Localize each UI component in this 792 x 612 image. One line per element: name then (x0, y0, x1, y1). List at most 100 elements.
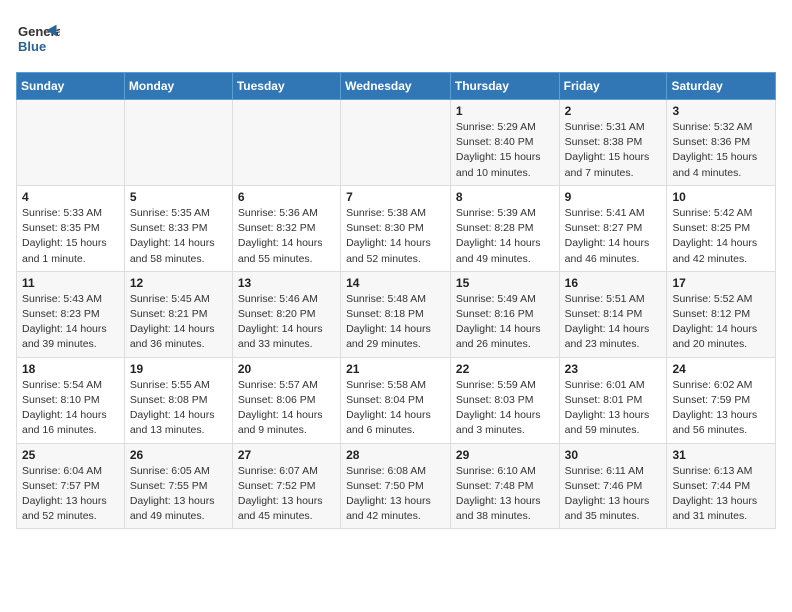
day-number: 1 (456, 104, 554, 118)
calendar-cell: 22 Sunrise: 5:59 AMSunset: 8:03 PMDayligh… (450, 357, 559, 443)
calendar-cell: 23 Sunrise: 6:01 AMSunset: 8:01 PMDayligh… (559, 357, 667, 443)
day-number: 14 (346, 276, 445, 290)
day-info: Sunrise: 5:51 AMSunset: 8:14 PMDaylight:… (565, 292, 662, 353)
calendar-cell: 6 Sunrise: 5:36 AMSunset: 8:32 PMDaylight… (232, 185, 340, 271)
day-info: Sunrise: 6:05 AMSunset: 7:55 PMDaylight:… (130, 464, 227, 525)
day-info: Sunrise: 5:35 AMSunset: 8:33 PMDaylight:… (130, 206, 227, 267)
day-info: Sunrise: 6:11 AMSunset: 7:46 PMDaylight:… (565, 464, 662, 525)
calendar-cell: 7Sunrise: 5:38 AMSunset: 8:30 PMDaylight… (341, 185, 451, 271)
day-number: 25 (22, 448, 119, 462)
day-number: 22 (456, 362, 554, 376)
day-number: 28 (346, 448, 445, 462)
calendar-cell: 25 Sunrise: 6:04 AMSunset: 7:57 PMDayligh… (17, 443, 125, 529)
day-info: Sunrise: 5:32 AMSunset: 8:36 PMDaylight:… (672, 120, 770, 181)
day-number: 5 (130, 190, 227, 204)
day-number: 3 (672, 104, 770, 118)
day-number: 12 (130, 276, 227, 290)
day-info: Sunrise: 5:52 AMSunset: 8:12 PMDaylight:… (672, 292, 770, 353)
day-info: Sunrise: 6:08 AMSunset: 7:50 PMDaylight:… (346, 464, 445, 525)
day-info: Sunrise: 5:45 AMSunset: 8:21 PMDaylight:… (130, 292, 227, 353)
day-number: 10 (672, 190, 770, 204)
day-number: 2 (565, 104, 662, 118)
days-of-week-row: SundayMondayTuesdayWednesdayThursdayFrid… (17, 73, 776, 100)
day-number: 31 (672, 448, 770, 462)
day-number: 17 (672, 276, 770, 290)
calendar-cell (341, 100, 451, 186)
day-number: 6 (238, 190, 335, 204)
calendar-cell: 29 Sunrise: 6:10 AMSunset: 7:48 PMDayligh… (450, 443, 559, 529)
day-number: 26 (130, 448, 227, 462)
calendar-cell (124, 100, 232, 186)
day-number: 27 (238, 448, 335, 462)
day-info: Sunrise: 5:49 AMSunset: 8:16 PMDaylight:… (456, 292, 554, 353)
calendar-cell (17, 100, 125, 186)
day-number: 24 (672, 362, 770, 376)
day-info: Sunrise: 6:13 AMSunset: 7:44 PMDaylight:… (672, 464, 770, 525)
day-number: 30 (565, 448, 662, 462)
calendar-cell (232, 100, 340, 186)
calendar-week-3: 11 Sunrise: 5:43 AMSunset: 8:23 PMDayligh… (17, 271, 776, 357)
calendar-cell: 3 Sunrise: 5:32 AMSunset: 8:36 PMDaylight… (667, 100, 776, 186)
day-info: Sunrise: 5:39 AMSunset: 8:28 PMDaylight:… (456, 206, 554, 267)
svg-text:Blue: Blue (18, 39, 46, 54)
day-info: Sunrise: 5:33 AMSunset: 8:35 PMDaylight:… (22, 206, 119, 267)
day-number: 29 (456, 448, 554, 462)
calendar-cell: 2 Sunrise: 5:31 AMSunset: 8:38 PMDaylight… (559, 100, 667, 186)
calendar-cell: 31 Sunrise: 6:13 AMSunset: 7:44 PMDayligh… (667, 443, 776, 529)
day-info: Sunrise: 5:36 AMSunset: 8:32 PMDaylight:… (238, 206, 335, 267)
calendar-cell: 10Sunrise: 5:42 AMSunset: 8:25 PMDayligh… (667, 185, 776, 271)
calendar-cell: 4 Sunrise: 5:33 AMSunset: 8:35 PMDaylight… (17, 185, 125, 271)
day-info: Sunrise: 6:04 AMSunset: 7:57 PMDaylight:… (22, 464, 119, 525)
day-number: 15 (456, 276, 554, 290)
day-info: Sunrise: 5:41 AMSunset: 8:27 PMDaylight:… (565, 206, 662, 267)
day-info: Sunrise: 5:43 AMSunset: 8:23 PMDaylight:… (22, 292, 119, 353)
calendar-cell: 11 Sunrise: 5:43 AMSunset: 8:23 PMDayligh… (17, 271, 125, 357)
day-number: 20 (238, 362, 335, 376)
calendar-header: SundayMondayTuesdayWednesdayThursdayFrid… (17, 73, 776, 100)
day-info: Sunrise: 6:01 AMSunset: 8:01 PMDaylight:… (565, 378, 662, 439)
calendar-cell: 5 Sunrise: 5:35 AMSunset: 8:33 PMDaylight… (124, 185, 232, 271)
calendar-cell: 1 Sunrise: 5:29 AMSunset: 8:40 PMDaylight… (450, 100, 559, 186)
day-info: Sunrise: 6:10 AMSunset: 7:48 PMDaylight:… (456, 464, 554, 525)
calendar-cell: 19Sunrise: 5:55 AMSunset: 8:08 PMDayligh… (124, 357, 232, 443)
calendar-cell: 20 Sunrise: 5:57 AMSunset: 8:06 PMDayligh… (232, 357, 340, 443)
day-number: 13 (238, 276, 335, 290)
calendar-cell: 9 Sunrise: 5:41 AMSunset: 8:27 PMDaylight… (559, 185, 667, 271)
day-info: Sunrise: 5:58 AMSunset: 8:04 PMDaylight:… (346, 378, 445, 439)
calendar-cell: 18Sunrise: 5:54 AMSunset: 8:10 PMDayligh… (17, 357, 125, 443)
calendar-week-1: 1 Sunrise: 5:29 AMSunset: 8:40 PMDaylight… (17, 100, 776, 186)
day-number: 11 (22, 276, 119, 290)
calendar-cell: 13Sunrise: 5:46 AMSunset: 8:20 PMDayligh… (232, 271, 340, 357)
calendar-cell: 21 Sunrise: 5:58 AMSunset: 8:04 PMDayligh… (341, 357, 451, 443)
calendar-cell: 17 Sunrise: 5:52 AMSunset: 8:12 PMDayligh… (667, 271, 776, 357)
logo-icon: General Blue (16, 16, 60, 60)
calendar-cell: 14 Sunrise: 5:48 AMSunset: 8:18 PMDayligh… (341, 271, 451, 357)
day-header-tuesday: Tuesday (232, 73, 340, 100)
day-info: Sunrise: 5:29 AMSunset: 8:40 PMDaylight:… (456, 120, 554, 181)
day-info: Sunrise: 5:59 AMSunset: 8:03 PMDaylight:… (456, 378, 554, 439)
day-number: 23 (565, 362, 662, 376)
day-number: 21 (346, 362, 445, 376)
calendar-cell: 12 Sunrise: 5:45 AMSunset: 8:21 PMDayligh… (124, 271, 232, 357)
day-header-monday: Monday (124, 73, 232, 100)
day-info: Sunrise: 6:02 AMSunset: 7:59 PMDaylight:… (672, 378, 770, 439)
day-number: 9 (565, 190, 662, 204)
calendar-cell: 26 Sunrise: 6:05 AMSunset: 7:55 PMDayligh… (124, 443, 232, 529)
day-number: 8 (456, 190, 554, 204)
day-info: Sunrise: 5:54 AMSunset: 8:10 PMDaylight:… (22, 378, 119, 439)
day-header-sunday: Sunday (17, 73, 125, 100)
calendar-cell: 8 Sunrise: 5:39 AMSunset: 8:28 PMDaylight… (450, 185, 559, 271)
day-info: Sunrise: 5:48 AMSunset: 8:18 PMDaylight:… (346, 292, 445, 353)
day-header-wednesday: Wednesday (341, 73, 451, 100)
day-info: Sunrise: 5:31 AMSunset: 8:38 PMDaylight:… (565, 120, 662, 181)
calendar-week-4: 18Sunrise: 5:54 AMSunset: 8:10 PMDayligh… (17, 357, 776, 443)
day-header-saturday: Saturday (667, 73, 776, 100)
day-number: 4 (22, 190, 119, 204)
day-header-thursday: Thursday (450, 73, 559, 100)
calendar-cell: 16 Sunrise: 5:51 AMSunset: 8:14 PMDayligh… (559, 271, 667, 357)
calendar-cell: 24 Sunrise: 6:02 AMSunset: 7:59 PMDayligh… (667, 357, 776, 443)
day-info: Sunrise: 5:38 AMSunset: 8:30 PMDaylight:… (346, 206, 445, 267)
calendar-cell: 30 Sunrise: 6:11 AMSunset: 7:46 PMDayligh… (559, 443, 667, 529)
day-info: Sunrise: 5:57 AMSunset: 8:06 PMDaylight:… (238, 378, 335, 439)
day-number: 16 (565, 276, 662, 290)
